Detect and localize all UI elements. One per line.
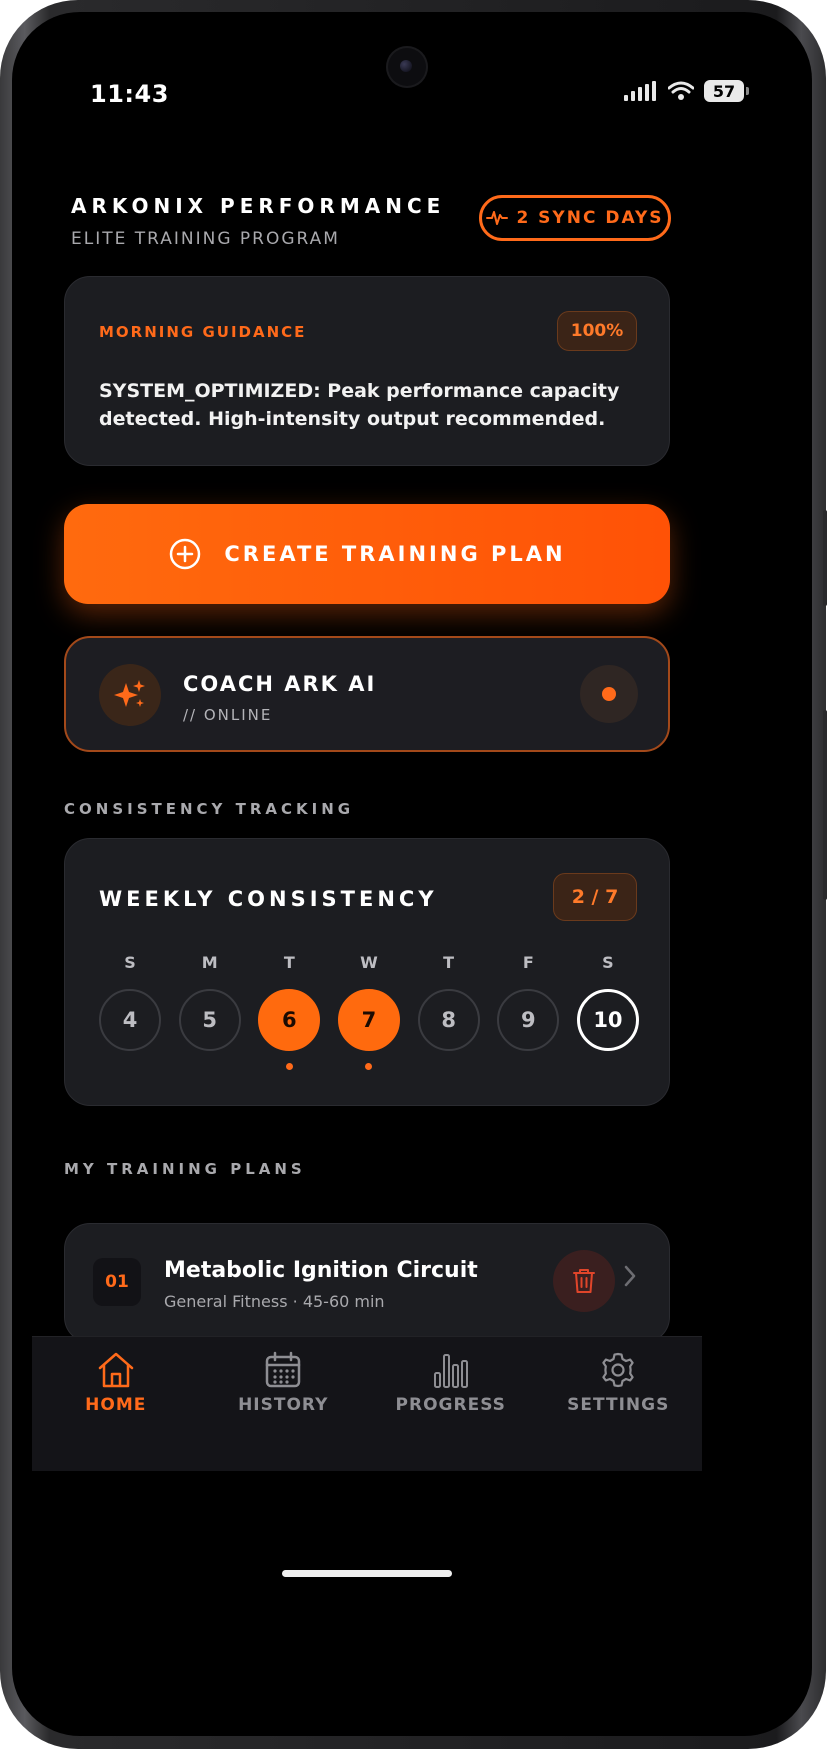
home-indicator[interactable] [282, 1570, 452, 1577]
nav-home-label: HOME [85, 1395, 147, 1415]
signal-icon [624, 81, 656, 101]
plan-number: 01 [93, 1258, 141, 1306]
bottom-navigation: HOME HISTORY PROGRESS SETTINGS [32, 1336, 702, 1471]
status-time: 11:43 [90, 80, 169, 108]
volume-button [823, 510, 827, 606]
morning-guidance-card: MORNING GUIDANCE 100% SYSTEM_OPTIMIZED: … [64, 276, 670, 466]
coach-name: COACH ARK AI [183, 672, 377, 696]
app-title: ARKONIX PERFORMANCE [71, 194, 446, 218]
completion-dot [604, 1063, 611, 1070]
front-camera [386, 46, 428, 88]
week-day-letter: S [124, 953, 136, 972]
week-day[interactable]: W7 [337, 953, 400, 1070]
week-day[interactable]: T8 [417, 953, 480, 1070]
app-subtitle: ELITE TRAINING PROGRAM [71, 229, 340, 249]
sparkles-icon [114, 680, 145, 707]
week-day-date[interactable]: 9 [497, 989, 560, 1051]
completion-dot [127, 1063, 134, 1070]
week-day-date[interactable]: 10 [576, 989, 639, 1051]
create-training-plan-button[interactable]: CREATE TRAINING PLAN [64, 504, 670, 604]
sync-days-label: 2 SYNC DAYS [516, 208, 664, 228]
guidance-text: SYSTEM_OPTIMIZED: Peak performance capac… [99, 380, 620, 430]
completion-dot [365, 1063, 373, 1070]
weekly-consistency-title: WEEKLY CONSISTENCY [99, 887, 438, 911]
week-day[interactable]: S 10 [576, 953, 639, 1070]
pulse-icon [486, 211, 509, 225]
nav-history[interactable]: HISTORY [200, 1337, 368, 1471]
week-day[interactable]: F9 [497, 953, 560, 1070]
weekly-consistency-card: WEEKLY CONSISTENCY 2 / 7 S 4 M 5 T 6 W 7 T 8 F 9 S 10 [64, 838, 670, 1106]
weekly-consistency-count: 2 / 7 [553, 873, 637, 921]
completion-dot [285, 1063, 293, 1070]
completion-dot [445, 1063, 452, 1070]
week-day-letter: F [522, 953, 534, 972]
week-day-date[interactable]: 7 [337, 989, 400, 1051]
week-day-letter: T [283, 953, 295, 972]
week-day-date[interactable]: 4 [99, 989, 161, 1051]
app-screen: 11:43 57 ARKONIX PERFORMANCE ELITE TRAIN… [24, 26, 800, 1716]
battery-indicator: 57 [704, 80, 749, 102]
week-day-letter: W [360, 953, 378, 972]
nav-progress[interactable]: PROGRESS [367, 1337, 535, 1471]
create-training-plan-label: CREATE TRAINING PLAN [224, 542, 566, 566]
nav-settings[interactable]: SETTINGS [535, 1337, 703, 1471]
nav-progress-label: PROGRESS [395, 1395, 506, 1415]
power-button [823, 710, 827, 900]
guidance-label: MORNING GUIDANCE [99, 323, 307, 341]
week-day-letter: S [602, 953, 614, 972]
chevron-right-icon[interactable] [623, 1264, 637, 1288]
nav-home[interactable]: HOME [32, 1337, 200, 1471]
coach-ai-card[interactable]: COACH ARK AI // ONLINE [64, 636, 670, 752]
bar-chart-icon [433, 1354, 468, 1388]
week-day[interactable]: M5 [178, 953, 241, 1070]
wifi-icon [668, 81, 694, 100]
nav-settings-label: SETTINGS [567, 1395, 670, 1415]
consistency-section-label: CONSISTENCY TRACKING [64, 800, 355, 818]
week-day-date[interactable]: 5 [178, 989, 241, 1051]
completion-dot [206, 1063, 213, 1070]
completion-dot [525, 1063, 532, 1070]
training-plan-item[interactable]: 01 Metabolic Ignition Circuit General Fi… [64, 1223, 670, 1343]
coach-online-indicator [580, 665, 638, 723]
nav-history-label: HISTORY [238, 1395, 329, 1415]
phone-frame: 11:43 57 ARKONIX PERFORMANCE ELITE TRAIN… [0, 0, 827, 1749]
sync-days-badge[interactable]: 2 SYNC DAYS [479, 195, 671, 241]
coach-avatar [99, 664, 161, 726]
week-day-letter: T [443, 953, 455, 972]
week-day-date[interactable]: 6 [258, 989, 321, 1051]
home-icon [98, 1352, 133, 1388]
week-days-row: S 4 M 5 T 6 W 7 T 8 F 9 S 10 [99, 953, 639, 1070]
online-dot [602, 687, 616, 701]
calendar-icon [266, 1351, 301, 1388]
guidance-percent-badge: 100% [557, 311, 637, 351]
plan-title: Metabolic Ignition Circuit [164, 1258, 478, 1283]
week-day-date[interactable]: 8 [417, 989, 480, 1051]
coach-status: // ONLINE [183, 706, 273, 724]
plus-circle-icon [170, 538, 201, 570]
week-day-letter: M [201, 953, 218, 972]
plan-subtitle: General Fitness · 45-60 min [164, 1292, 385, 1311]
delete-plan-button[interactable] [553, 1250, 615, 1312]
training-plans-section-label: MY TRAINING PLANS [64, 1160, 306, 1178]
gear-icon [602, 1352, 634, 1388]
status-icons: 57 [624, 80, 749, 102]
week-day[interactable]: S4 [99, 953, 161, 1070]
trash-icon [573, 1269, 595, 1293]
week-day[interactable]: T6 [258, 953, 321, 1070]
